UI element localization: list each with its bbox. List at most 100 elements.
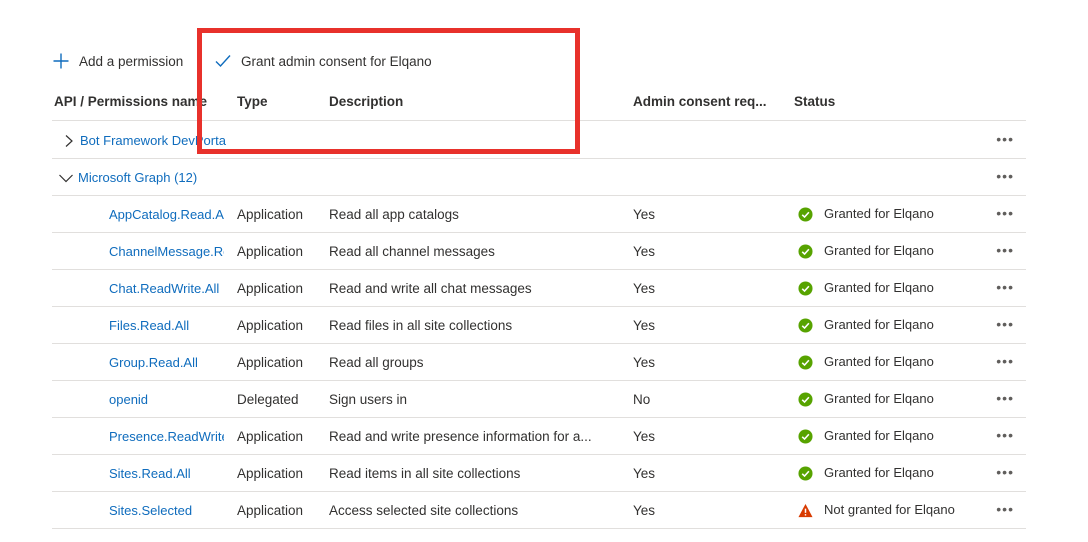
status-text: Granted for Elqano — [824, 317, 934, 332]
permission-row[interactable]: Chat.ReadWrite.All Application Read and wr… — [52, 270, 1026, 307]
grant-admin-consent-label: Grant admin consent for Elqano — [241, 53, 432, 69]
permission-name-link[interactable]: ChannelMessage.Read.All — [109, 233, 224, 269]
checkmark-icon — [215, 55, 231, 68]
column-header-type[interactable]: Type — [237, 88, 317, 120]
admin-consent-required: Yes — [633, 318, 656, 333]
status-text: Granted for Elqano — [824, 243, 934, 258]
permission-status: Granted for Elqano — [798, 381, 983, 417]
permission-status: Granted for Elqano — [798, 270, 983, 306]
add-permission-label: Add a permission — [79, 53, 184, 69]
permission-status: Granted for Elqano — [798, 418, 983, 454]
permission-type: Application — [237, 207, 304, 222]
permission-status: Granted for Elqano — [798, 455, 983, 491]
permission-name-link[interactable]: Sites.Selected — [109, 492, 224, 528]
permission-type: Application — [237, 355, 304, 370]
permission-row[interactable]: ChannelMessage.Read.All Application Read a… — [52, 233, 1026, 270]
admin-consent-required: Yes — [633, 244, 656, 259]
group-row-microsoft-graph[interactable]: Microsoft Graph (12) ••• — [52, 159, 1026, 196]
chevron-down-icon[interactable] — [58, 171, 74, 185]
success-check-icon — [798, 206, 813, 222]
more-actions-button[interactable]: ••• — [996, 122, 1014, 158]
permission-name-link[interactable]: AppCatalog.Read.All — [109, 196, 224, 232]
more-actions-button[interactable]: ••• — [996, 233, 1014, 269]
permission-name-link[interactable]: Sites.Read.All — [109, 455, 224, 491]
column-header-admin-consent[interactable]: Admin consent req... — [633, 88, 783, 120]
permission-type: Application — [237, 466, 304, 481]
permission-status: Granted for Elqano — [798, 307, 983, 343]
permissions-table-header: API / Permissions name Type Description … — [52, 88, 1026, 121]
more-actions-button[interactable]: ••• — [996, 492, 1014, 528]
success-check-icon — [798, 354, 813, 370]
permission-type: Delegated — [237, 392, 299, 407]
admin-consent-required: Yes — [633, 466, 656, 481]
permission-type: Application — [237, 503, 304, 518]
add-permission-button[interactable]: Add a permission — [52, 52, 202, 70]
permission-type: Application — [237, 318, 304, 333]
group-row-bot-framework[interactable]: Bot Framework DevPortal ••• — [52, 122, 1026, 159]
status-text: Granted for Elqano — [824, 465, 934, 480]
more-actions-button[interactable]: ••• — [996, 344, 1014, 380]
success-check-icon — [798, 391, 813, 407]
status-text: Granted for Elqano — [824, 391, 934, 406]
permission-description: Read items in all site collections — [329, 466, 521, 481]
permission-status: Not granted for Elqano — [798, 492, 983, 528]
success-check-icon — [798, 465, 813, 481]
permission-row[interactable]: AppCatalog.Read.All Application Read all a… — [52, 196, 1026, 233]
admin-consent-required: No — [633, 392, 651, 407]
permission-description: Read and write all chat messages — [329, 281, 532, 296]
permission-row[interactable]: Presence.ReadWrite.All Application Read an… — [52, 418, 1026, 455]
success-check-icon — [798, 280, 813, 296]
permission-row[interactable]: Group.Read.All Application Read all groups… — [52, 344, 1026, 381]
column-header-description[interactable]: Description — [329, 88, 619, 120]
permission-description: Sign users in — [329, 392, 408, 407]
permission-description: Read files in all site collections — [329, 318, 513, 333]
command-bar: Add a permission Grant admin consent for… — [52, 48, 432, 74]
permission-row[interactable]: Sites.Selected Application Access selected… — [52, 492, 1026, 529]
permission-name-link[interactable]: Chat.ReadWrite.All — [109, 270, 224, 306]
status-text: Granted for Elqano — [824, 206, 934, 221]
status-text: Granted for Elqano — [824, 428, 934, 443]
more-actions-button[interactable]: ••• — [996, 455, 1014, 491]
permission-type: Application — [237, 429, 304, 444]
permission-description: Access selected site collections — [329, 503, 519, 518]
more-actions-button[interactable]: ••• — [996, 270, 1014, 306]
permission-name-link[interactable]: Files.Read.All — [109, 307, 224, 343]
more-actions-button[interactable]: ••• — [996, 196, 1014, 232]
more-actions-button[interactable]: ••• — [996, 381, 1014, 417]
permission-status: Granted for Elqano — [798, 233, 983, 269]
permission-name-link[interactable]: Group.Read.All — [109, 344, 224, 380]
permission-description: Read all channel messages — [329, 244, 495, 259]
admin-consent-required: Yes — [633, 355, 656, 370]
permission-status: Granted for Elqano — [798, 196, 983, 232]
permission-row[interactable]: Files.Read.All Application Read files in a… — [52, 307, 1026, 344]
more-actions-button[interactable]: ••• — [996, 159, 1014, 195]
permission-type: Application — [237, 281, 304, 296]
permission-name-link[interactable]: openid — [109, 381, 224, 417]
admin-consent-required: Yes — [633, 429, 656, 444]
column-header-status[interactable]: Status — [794, 88, 894, 120]
admin-consent-required: Yes — [633, 503, 656, 518]
plus-icon — [53, 53, 69, 69]
permission-row[interactable]: Sites.Read.All Application Read items in a… — [52, 455, 1026, 492]
permission-name-link[interactable]: Presence.ReadWrite.All — [109, 418, 224, 454]
status-text: Granted for Elqano — [824, 354, 934, 369]
status-text: Not granted for Elqano — [824, 502, 955, 517]
group-label[interactable]: Bot Framework DevPortal — [80, 133, 226, 148]
more-actions-button[interactable]: ••• — [996, 307, 1014, 343]
grant-admin-consent-button[interactable]: Grant admin consent for Elqano — [214, 52, 432, 70]
success-check-icon — [798, 428, 813, 444]
admin-consent-required: Yes — [633, 207, 656, 222]
status-text: Granted for Elqano — [824, 280, 934, 295]
success-check-icon — [798, 243, 813, 259]
permission-description: Read and write presence information for … — [329, 429, 592, 444]
chevron-right-icon[interactable] — [62, 134, 76, 148]
column-header-name[interactable]: API / Permissions name — [54, 88, 214, 120]
permission-status: Granted for Elqano — [798, 344, 983, 380]
permission-description: Read all app catalogs — [329, 207, 459, 222]
warning-icon — [798, 503, 813, 517]
more-actions-button[interactable]: ••• — [996, 418, 1014, 454]
permission-type: Application — [237, 244, 304, 259]
group-label[interactable]: Microsoft Graph (12) — [78, 170, 197, 185]
permission-row[interactable]: openid Delegated Sign users in No Granted fo… — [52, 381, 1026, 418]
admin-consent-required: Yes — [633, 281, 656, 296]
